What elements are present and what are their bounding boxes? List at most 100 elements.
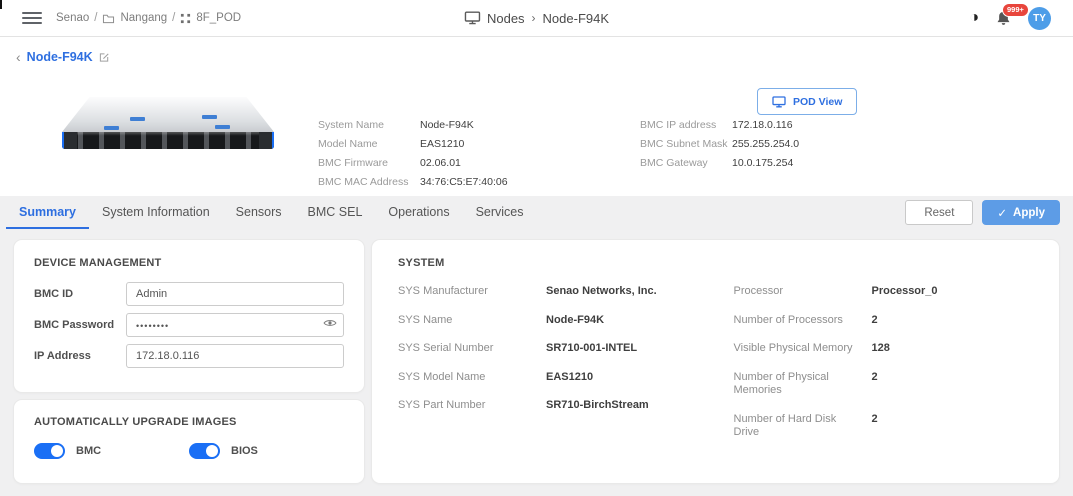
back-link-label: Node-F94K <box>27 50 93 64</box>
sys-value: Node-F94K <box>546 314 604 328</box>
bmc-password-row: BMC Password <box>34 313 344 337</box>
info-label: System Name <box>318 119 420 132</box>
bios-toggle-item: BIOS <box>189 443 344 459</box>
tab-system-information[interactable]: System Information <box>89 196 223 229</box>
breadcrumb: Senao / Nangang / 8F_POD <box>56 12 241 24</box>
tab-services[interactable]: Services <box>463 196 537 229</box>
system-row: Number of Physical Memories 2 <box>734 371 1034 398</box>
sys-label: Visible Physical Memory <box>734 342 872 356</box>
tab-actions: Reset ✓ Apply <box>905 200 1060 225</box>
sys-value: Processor_0 <box>872 285 938 299</box>
system-row: Number of Processors 2 <box>734 314 1034 328</box>
bmc-id-input[interactable] <box>126 282 344 306</box>
node-info: System Name Node-F94K Model Name EAS1210… <box>318 119 852 208</box>
info-value: 10.0.175.254 <box>732 157 852 170</box>
system-column-1: SYS Manufacturer Senao Networks, Inc. SY… <box>398 285 698 455</box>
sys-value: 128 <box>872 342 890 356</box>
system-row: Processor Processor_0 <box>734 285 1034 299</box>
info-label: Model Name <box>318 138 420 151</box>
avatar[interactable]: TY <box>1028 7 1051 30</box>
page-title: Nodes › Node-F94K <box>464 11 609 26</box>
sys-label: SYS Serial Number <box>398 342 546 356</box>
bmc-id-label: BMC ID <box>34 288 126 300</box>
ip-address-label: IP Address <box>34 350 126 362</box>
server-image <box>62 97 274 149</box>
sys-value: 2 <box>872 413 878 440</box>
check-icon: ✓ <box>997 206 1007 220</box>
sys-label: SYS Name <box>398 314 546 328</box>
info-label: BMC IP address <box>640 119 732 132</box>
tab-sensors[interactable]: Sensors <box>223 196 295 229</box>
sys-label: Number of Processors <box>734 314 872 328</box>
sys-value: EAS1210 <box>546 371 593 385</box>
top-bar: Senao / Nangang / 8F_POD Nodes › Node-F9… <box>0 0 1073 37</box>
info-label: BMC Subnet Mask <box>640 138 732 151</box>
info-value: 02.06.01 <box>420 157 570 170</box>
topbar-actions: ◑ 999+ TY <box>969 7 1051 30</box>
system-row: SYS Name Node-F94K <box>398 314 698 328</box>
page-title-current: Node-F94K <box>543 11 609 26</box>
show-password-eye-icon[interactable] <box>323 318 337 328</box>
bios-toggle[interactable] <box>189 443 220 459</box>
node-info-column-1: System Name Node-F94K Model Name EAS1210… <box>318 119 570 208</box>
breadcrumb-site[interactable]: Senao <box>56 12 89 24</box>
content-area: Summary System Information Sensors BMC S… <box>0 196 1073 496</box>
notifications-button[interactable]: 999+ <box>995 10 1012 27</box>
pod-view-button[interactable]: POD View <box>757 88 857 115</box>
node-header: ‹ Node-F94K System Name Node-F94K Model … <box>0 37 1073 196</box>
page-title-section: Nodes <box>487 11 525 26</box>
title-separator: › <box>532 11 536 25</box>
system-card: SYSTEM SYS Manufacturer Senao Networks, … <box>372 240 1059 483</box>
sys-value: SR710-BirchStream <box>546 399 649 413</box>
apply-button[interactable]: ✓ Apply <box>982 200 1060 225</box>
system-title: SYSTEM <box>398 257 1033 269</box>
breadcrumb-location[interactable]: Nangang <box>120 12 167 24</box>
notification-badge: 999+ <box>1002 3 1029 17</box>
system-row: SYS Model Name EAS1210 <box>398 371 698 385</box>
node-info-column-2: BMC IP address 172.18.0.116 BMC Subnet M… <box>640 119 852 208</box>
bmc-toggle-item: BMC <box>34 443 189 459</box>
monitor-icon <box>772 96 786 108</box>
info-value: 255.255.254.0 <box>732 138 852 151</box>
tab-summary[interactable]: Summary <box>6 196 89 229</box>
bmc-password-input[interactable] <box>126 313 344 337</box>
tabs-bar: Summary System Information Sensors BMC S… <box>0 196 1073 229</box>
sys-value: 2 <box>872 371 878 398</box>
sys-value: SR710-001-INTEL <box>546 342 637 356</box>
back-link[interactable]: ‹ Node-F94K <box>16 49 110 65</box>
edit-icon[interactable] <box>99 52 110 63</box>
monitor-icon <box>464 11 480 25</box>
tab-bmc-sel[interactable]: BMC SEL <box>295 196 376 229</box>
system-row: SYS Serial Number SR710-001-INTEL <box>398 342 698 356</box>
tab-operations[interactable]: Operations <box>375 196 462 229</box>
hamburger-menu-icon[interactable] <box>22 12 42 24</box>
theme-contrast-icon[interactable]: ◑ <box>969 10 979 26</box>
bmc-id-row: BMC ID <box>34 282 344 306</box>
auto-upgrade-title: AUTOMATICALLY UPGRADE IMAGES <box>34 416 344 428</box>
system-row: SYS Part Number SR710-BirchStream <box>398 399 698 413</box>
breadcrumb-pod[interactable]: 8F_POD <box>196 12 241 24</box>
sys-label: SYS Part Number <box>398 399 546 413</box>
device-management-title: DEVICE MANAGEMENT <box>34 257 344 269</box>
system-row: Visible Physical Memory 128 <box>734 342 1034 356</box>
screenshot-cursor-artifact <box>0 0 2 9</box>
sys-label: SYS Manufacturer <box>398 285 546 299</box>
system-row: SYS Manufacturer Senao Networks, Inc. <box>398 285 698 299</box>
sys-label: Number of Physical Memories <box>734 371 872 398</box>
bmc-password-label: BMC Password <box>34 319 126 331</box>
reset-button[interactable]: Reset <box>905 200 973 225</box>
sys-label: SYS Model Name <box>398 371 546 385</box>
info-label: BMC Firmware <box>318 157 420 170</box>
info-value: Node-F94K <box>420 119 570 132</box>
bmc-toggle[interactable] <box>34 443 65 459</box>
bios-toggle-label: BIOS <box>231 445 258 457</box>
sys-value: Senao Networks, Inc. <box>546 285 657 299</box>
info-value: EAS1210 <box>420 138 570 151</box>
system-column-2: Processor Processor_0 Number of Processo… <box>734 285 1034 455</box>
folder-icon <box>102 13 115 24</box>
ip-address-row: IP Address <box>34 344 344 368</box>
breadcrumb-separator: / <box>172 12 175 24</box>
pod-view-label: POD View <box>793 96 842 108</box>
auto-upgrade-card: AUTOMATICALLY UPGRADE IMAGES BMC BIOS <box>14 400 364 483</box>
ip-address-input[interactable] <box>126 344 344 368</box>
